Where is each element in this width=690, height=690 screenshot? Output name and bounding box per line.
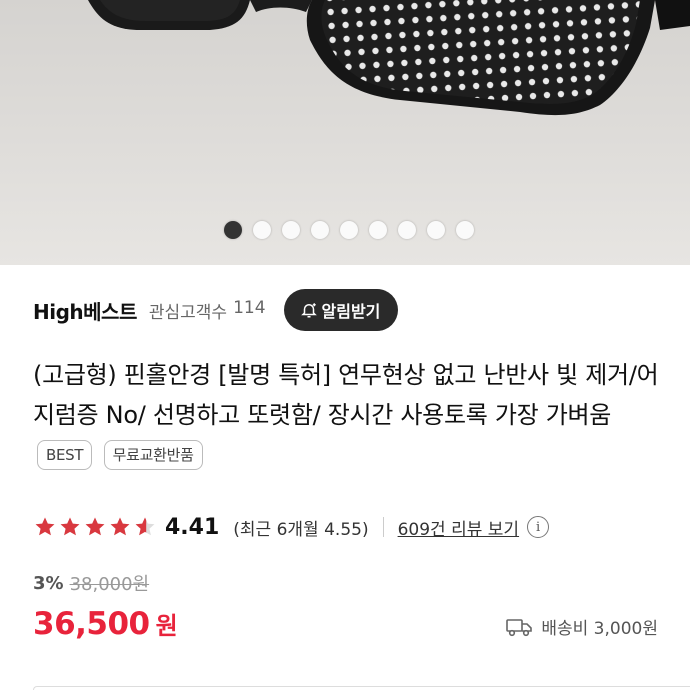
price-discount-row: 3% 38,000원 [33,570,149,596]
seller-row: High베스트 관심고객수 114 알림받기 [33,288,673,332]
gallery-dot[interactable] [253,221,271,239]
gallery-dot[interactable] [224,221,242,239]
free-return-badge: 무료교환반품 [103,440,203,470]
recent-rating: (최근 6개월 4.55) [233,519,369,540]
rating-score: 4.41 [165,514,220,540]
shipping-info: 배송비 3,000원 [505,614,658,639]
next-section-edge [33,686,690,690]
divider [382,517,384,537]
original-price: 38,000원 [69,574,150,595]
star-rating [33,515,157,539]
followers-label: 관심고객수 [148,302,228,323]
star-icon [60,517,80,536]
best-badge: BEST [37,440,93,470]
price-value: 36,500 [33,606,150,642]
bell-plus-icon [300,303,317,318]
gallery-dot[interactable] [398,221,416,239]
gallery-dot[interactable] [456,221,474,239]
product-title: (고급형) 핀홀안경 [발명 특허] 연무현상 없고 난반사 빛 제거/어지럼증… [33,361,659,429]
star-icon [85,517,105,536]
gallery-dot[interactable] [427,221,445,239]
delivery-truck-icon [506,618,533,636]
discount-rate: 3% [33,572,64,594]
product-title-block: (고급형) 핀홀안경 [발명 특허] 연무현상 없고 난반사 빛 제거/어지럼증… [33,355,663,475]
star-icon [35,517,55,536]
star-icon [135,517,155,536]
price-unit: 원 [155,612,178,640]
gallery-dot[interactable] [311,221,329,239]
product-image-gallery[interactable] [0,0,690,265]
gallery-dot[interactable] [369,221,387,239]
gallery-dot[interactable] [282,221,300,239]
info-icon[interactable]: i [527,516,550,538]
followers-count: 114 [233,297,266,318]
notify-button[interactable]: 알림받기 [283,289,399,331]
gallery-pagination[interactable] [0,221,690,239]
seller-name[interactable]: High베스트 [33,296,137,325]
notify-label: 알림받기 [321,302,381,321]
reviews-link[interactable]: 609건 리뷰 보기 [398,515,519,540]
current-price: 36,500 원 [33,606,178,642]
shipping-label: 배송비 3,000원 [541,619,658,639]
followers-info: 관심고객수 114 [149,298,266,323]
rating-row: 4.41 (최근 6개월 4.55) 609건 리뷰 보기 i [33,510,550,544]
gallery-dot[interactable] [340,221,358,239]
star-icon [110,517,130,536]
